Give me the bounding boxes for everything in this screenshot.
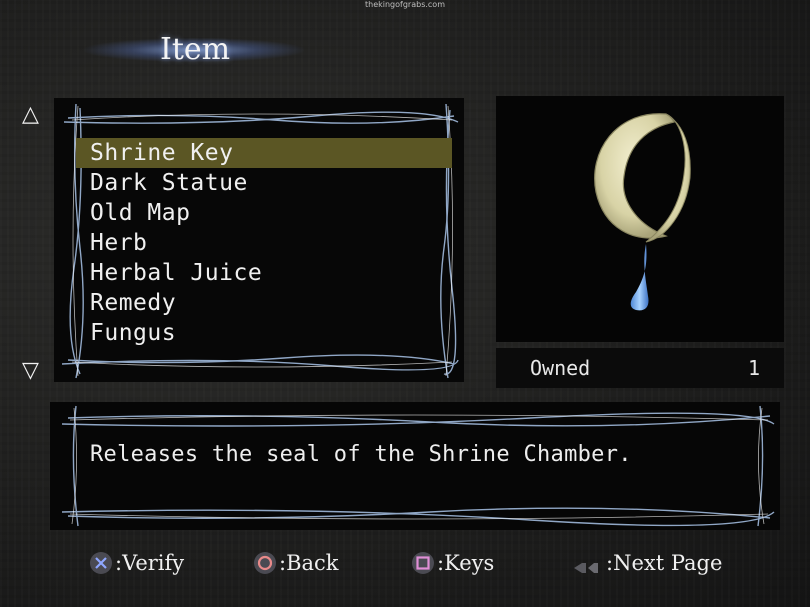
- item-list-panel: Shrine Key Dark Statue Old Map Herb Herb…: [54, 98, 464, 382]
- shoulder-buttons-icon: [572, 556, 604, 573]
- list-item[interactable]: Fungus: [76, 318, 452, 348]
- item-list: Shrine Key Dark Statue Old Map Herb Herb…: [76, 138, 452, 348]
- back-button[interactable]: :Back: [254, 546, 339, 580]
- controls-bar: :Verify :Back :Keys :Next Page: [0, 546, 810, 586]
- list-item[interactable]: Dark Statue: [76, 168, 452, 198]
- owned-panel: Owned 1: [496, 348, 784, 388]
- list-item[interactable]: Herbal Juice: [76, 258, 452, 288]
- list-item[interactable]: Remedy: [76, 288, 452, 318]
- verify-label: :Verify: [115, 551, 185, 575]
- list-item[interactable]: Herb: [76, 228, 452, 258]
- square-button-icon: [412, 552, 434, 574]
- item-description: Releases the seal of the Shrine Chamber.: [90, 442, 632, 467]
- triangle-up-icon[interactable]: △: [22, 102, 39, 127]
- next-page-button[interactable]: :Next Page: [572, 546, 722, 580]
- watermark: thekingofgrabs.com: [365, 0, 445, 9]
- circle-button-icon: [254, 552, 276, 574]
- cross-button-icon: [90, 552, 112, 574]
- item-preview-panel: [496, 96, 784, 342]
- list-item[interactable]: Shrine Key: [76, 138, 452, 168]
- crescent-moon-key-icon: [594, 113, 691, 311]
- verify-button[interactable]: :Verify: [90, 546, 184, 580]
- keys-label: :Keys: [437, 551, 495, 575]
- page-title: Item: [160, 32, 231, 67]
- back-label: :Back: [279, 551, 339, 575]
- triangle-down-icon[interactable]: ▽: [22, 358, 39, 383]
- owned-count: 1: [747, 356, 760, 380]
- owned-label: Owned: [530, 356, 591, 380]
- next-page-label: :Next Page: [606, 551, 723, 575]
- list-item[interactable]: Old Map: [76, 198, 452, 228]
- keys-button[interactable]: :Keys: [412, 546, 494, 580]
- description-panel: Releases the seal of the Shrine Chamber.: [50, 402, 780, 530]
